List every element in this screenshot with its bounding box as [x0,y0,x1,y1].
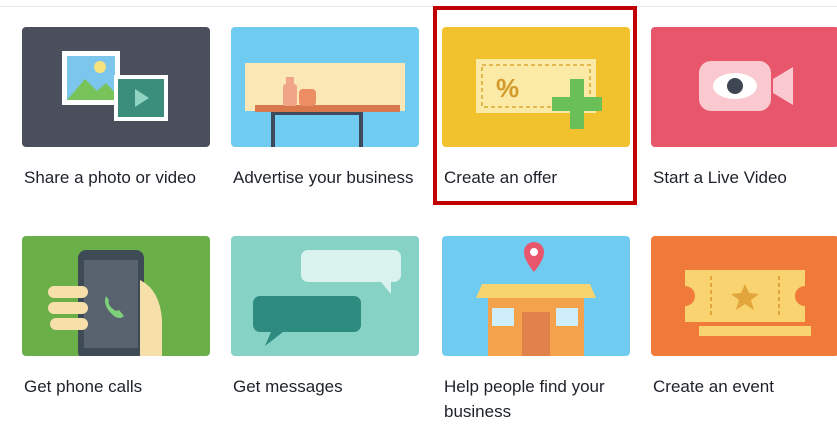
messages-icon [231,236,419,356]
event-ticket-icon [651,236,837,356]
svg-text:%: % [496,73,519,103]
billboard-icon [231,27,419,147]
tile-label: Get messages [233,377,343,396]
tile-label: Share a photo or video [24,168,197,187]
tile-label: Create an offer [444,168,558,187]
phone-call-icon [22,236,210,356]
live-video-camera-icon [651,27,837,147]
top-divider [0,6,837,7]
tile-label: Get phone calls [24,377,143,396]
tile-label: Start a Live Video [653,168,787,187]
storefront-location-icon [442,236,630,356]
tile-label: Help people find your business [444,377,605,421]
tile-label: Create an event [653,377,774,396]
photo-video-icon [22,27,210,147]
coupon-offer-icon: % [442,27,630,147]
tile-label: Advertise your business [233,168,414,187]
